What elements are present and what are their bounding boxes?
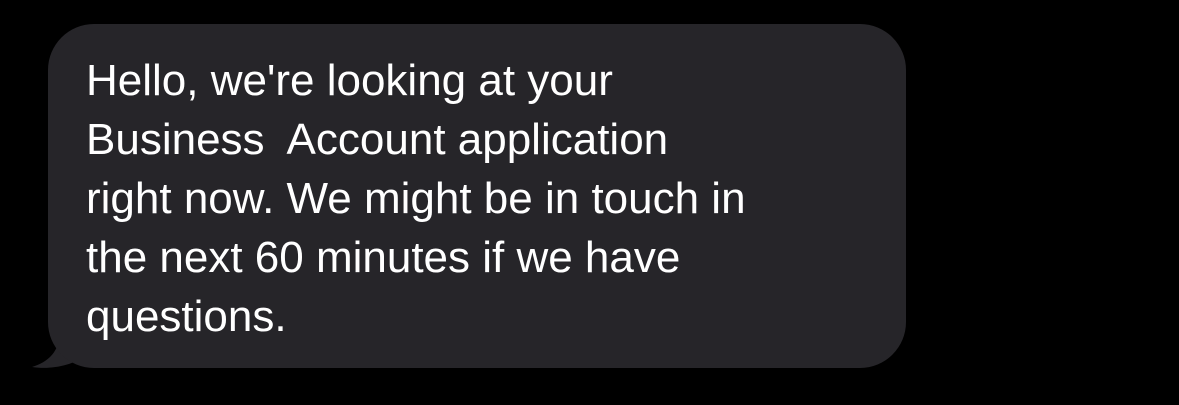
message-text: Hello, we're looking at your Business Ac… <box>86 56 746 341</box>
incoming-message-bubble[interactable]: Hello, we're looking at your Business Ac… <box>48 24 906 368</box>
message-thread: Hello, we're looking at your Business Ac… <box>0 0 1179 405</box>
